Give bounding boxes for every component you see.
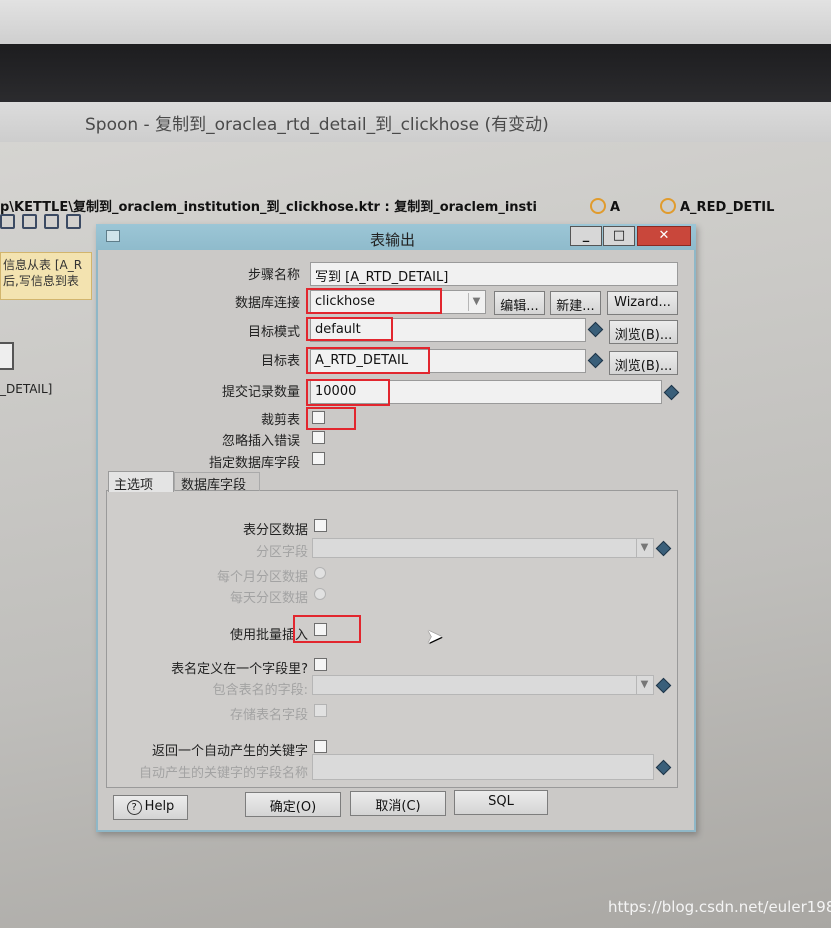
toolbar-debug-icon[interactable] xyxy=(44,214,59,229)
browse-schema-button[interactable]: 浏览(B)... xyxy=(609,320,678,344)
chevron-down-icon[interactable]: ▼ xyxy=(636,539,652,557)
highlight-table xyxy=(306,347,430,374)
help-label: Help xyxy=(144,799,175,814)
transformation-icon xyxy=(590,198,606,214)
table-name-field-select[interactable] xyxy=(312,675,654,695)
partition-field-label: 分区字段 xyxy=(255,545,308,560)
partition-monthly-radio[interactable] xyxy=(314,567,326,579)
table-in-field-checkbox[interactable] xyxy=(314,658,327,671)
schema-label: 目标模式 xyxy=(247,325,300,340)
canvas-note: 信息从表 [A_R 后,写信息到表 xyxy=(0,252,92,300)
step-name-label: 步骤名称 xyxy=(247,268,300,283)
tab-database-fields[interactable]: 数据库字段 xyxy=(174,472,260,493)
key-field-input[interactable] xyxy=(312,754,654,780)
dark-header-band xyxy=(0,44,831,102)
store-table-name-label: 存储表名字段 xyxy=(229,708,308,723)
step-name-input[interactable]: 写到 [A_RTD_DETAIL] xyxy=(310,262,678,286)
highlight-truncate xyxy=(306,407,356,430)
canvas-step-icon[interactable] xyxy=(0,342,14,370)
chevron-down-icon[interactable]: ▼ xyxy=(636,676,652,694)
partition-label: 表分区数据 xyxy=(242,523,308,538)
file-path-bar: p\KETTLE\复制到_oraclem_institution_到_click… xyxy=(0,200,537,215)
key-field-label: 自动产生的关键字的字段名称 xyxy=(138,766,308,781)
maximize-button[interactable]: □ xyxy=(603,226,635,246)
truncate-label: 裁剪表 xyxy=(260,413,300,428)
note-line: 后,写信息到表 xyxy=(3,274,79,288)
help-button[interactable]: ? Help xyxy=(113,795,188,820)
batch-insert-label: 使用批量插入 xyxy=(229,628,308,643)
edit-connection-button[interactable]: 编辑... xyxy=(494,291,545,315)
transformation-icon xyxy=(660,198,676,214)
close-button[interactable]: ✕ xyxy=(637,226,691,246)
tab-label: A_RED_DETIL xyxy=(680,200,775,215)
toolbar-replay-icon[interactable] xyxy=(66,214,81,229)
partition-daily-radio[interactable] xyxy=(314,588,326,600)
ok-button[interactable]: 确定(O) xyxy=(245,792,341,817)
return-key-label: 返回一个自动产生的关键字 xyxy=(151,744,308,759)
specify-fields-label: 指定数据库字段 xyxy=(208,456,300,471)
new-connection-button[interactable]: 新建... xyxy=(550,291,601,315)
wizard-button[interactable]: Wizard... xyxy=(607,291,678,315)
sql-button[interactable]: SQL xyxy=(454,790,548,815)
ignore-errors-label: 忽略插入错误 xyxy=(221,434,300,449)
tab-label: A xyxy=(610,200,621,215)
specify-fields-checkbox[interactable] xyxy=(312,452,325,465)
highlight-batch-insert xyxy=(293,615,361,643)
cancel-button[interactable]: 取消(C) xyxy=(350,791,446,816)
toolbar-preview-icon[interactable] xyxy=(22,214,37,229)
partition-monthly-label: 每个月分区数据 xyxy=(216,570,308,585)
partition-field-select[interactable] xyxy=(312,538,654,558)
highlight-connection xyxy=(306,288,442,314)
toolbar-run-icon[interactable] xyxy=(0,214,15,229)
table-name-field-label: 包含表名的字段: xyxy=(212,683,308,698)
canvas-step-label: _DETAIL] xyxy=(0,382,53,396)
table-in-field-label: 表名定义在一个字段里? xyxy=(171,662,308,677)
monitor-top-area xyxy=(0,0,831,44)
highlight-commit xyxy=(306,379,390,406)
spoon-tab-a[interactable]: A xyxy=(590,198,652,218)
chevron-down-icon[interactable]: ▼ xyxy=(468,293,484,311)
spoon-window-title: Spoon - 复制到_oraclea_rtd_detail_到_clickho… xyxy=(85,115,549,135)
browse-table-button[interactable]: 浏览(B)... xyxy=(609,351,678,375)
partition-checkbox[interactable] xyxy=(314,519,327,532)
connection-label: 数据库连接 xyxy=(234,296,300,311)
commit-size-label: 提交记录数量 xyxy=(221,385,300,400)
spoon-toolbar xyxy=(0,214,100,234)
partition-daily-label: 每天分区数据 xyxy=(229,591,308,606)
dialog-title: 表输出 xyxy=(370,231,416,249)
return-key-checkbox[interactable] xyxy=(314,740,327,753)
highlight-schema xyxy=(306,317,393,341)
tab-main-options[interactable]: 主选项 xyxy=(108,471,174,493)
spoon-tab-a-red-detil[interactable]: A_RED_DETIL xyxy=(660,198,802,218)
dialog-window-icon xyxy=(106,230,120,242)
help-icon: ? xyxy=(126,800,142,815)
watermark: https://blog.csdn.net/euler1983 xyxy=(608,898,831,916)
minimize-button[interactable]: _ xyxy=(570,226,602,246)
target-table-label: 目标表 xyxy=(260,354,300,369)
mouse-cursor-icon: ➤ xyxy=(426,624,443,648)
note-line: 信息从表 [A_R xyxy=(3,258,83,272)
ignore-errors-checkbox[interactable] xyxy=(312,431,325,444)
store-table-name-checkbox[interactable] xyxy=(314,704,327,717)
